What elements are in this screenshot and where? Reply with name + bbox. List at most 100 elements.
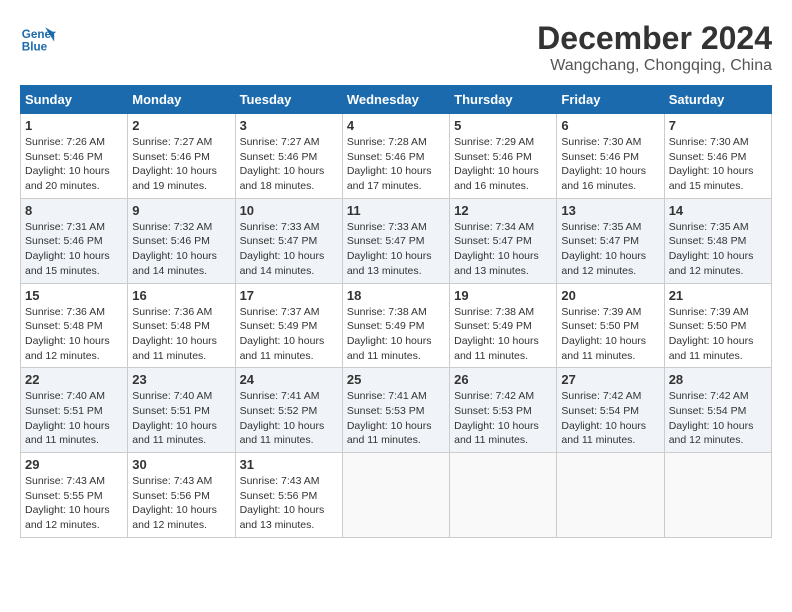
weekday-sunday: Sunday	[21, 86, 128, 114]
day-number: 27	[561, 372, 659, 387]
day-cell: 9 Sunrise: 7:32 AMSunset: 5:46 PMDaylight…	[128, 198, 235, 283]
day-info: Sunrise: 7:41 AMSunset: 5:53 PMDaylight:…	[347, 389, 445, 448]
day-cell: 11 Sunrise: 7:33 AMSunset: 5:47 PMDayligh…	[342, 198, 449, 283]
day-number: 11	[347, 203, 445, 218]
day-cell: 2 Sunrise: 7:27 AMSunset: 5:46 PMDaylight…	[128, 114, 235, 199]
day-cell: 24 Sunrise: 7:41 AMSunset: 5:52 PMDayligh…	[235, 368, 342, 453]
day-cell: 10 Sunrise: 7:33 AMSunset: 5:47 PMDayligh…	[235, 198, 342, 283]
day-cell: 7Sunrise: 7:30 AMSunset: 5:46 PMDaylight…	[664, 114, 771, 199]
day-info: Sunrise: 7:39 AMSunset: 5:50 PMDaylight:…	[669, 305, 767, 364]
day-number: 1	[25, 118, 123, 133]
day-cell	[342, 453, 449, 538]
logo-icon: General Blue	[20, 20, 56, 56]
day-info: Sunrise: 7:29 AMSunset: 5:46 PMDaylight:…	[454, 135, 552, 194]
day-number: 29	[25, 457, 123, 472]
day-info: Sunrise: 7:35 AMSunset: 5:48 PMDaylight:…	[669, 220, 767, 279]
day-number: 21	[669, 288, 767, 303]
month-title: December 2024	[537, 20, 772, 57]
day-info: Sunrise: 7:40 AMSunset: 5:51 PMDaylight:…	[132, 389, 230, 448]
location-title: Wangchang, Chongqing, China	[537, 57, 772, 75]
day-cell: 17 Sunrise: 7:37 AMSunset: 5:49 PMDayligh…	[235, 283, 342, 368]
weekday-tuesday: Tuesday	[235, 86, 342, 114]
day-info: Sunrise: 7:43 AMSunset: 5:56 PMDaylight:…	[240, 474, 338, 533]
day-cell: 27 Sunrise: 7:42 AMSunset: 5:54 PMDayligh…	[557, 368, 664, 453]
day-info: Sunrise: 7:34 AMSunset: 5:47 PMDaylight:…	[454, 220, 552, 279]
day-number: 26	[454, 372, 552, 387]
day-cell: 26Sunrise: 7:42 AMSunset: 5:53 PMDayligh…	[450, 368, 557, 453]
day-number: 17	[240, 288, 338, 303]
day-cell: 1 Sunrise: 7:26 AMSunset: 5:46 PMDaylight…	[21, 114, 128, 199]
day-info: Sunrise: 7:38 AMSunset: 5:49 PMDaylight:…	[347, 305, 445, 364]
day-cell: 28Sunrise: 7:42 AMSunset: 5:54 PMDayligh…	[664, 368, 771, 453]
day-info: Sunrise: 7:33 AMSunset: 5:47 PMDaylight:…	[347, 220, 445, 279]
day-info: Sunrise: 7:36 AMSunset: 5:48 PMDaylight:…	[25, 305, 123, 364]
day-number: 24	[240, 372, 338, 387]
day-info: Sunrise: 7:31 AMSunset: 5:46 PMDaylight:…	[25, 220, 123, 279]
day-info: Sunrise: 7:27 AMSunset: 5:46 PMDaylight:…	[240, 135, 338, 194]
day-number: 28	[669, 372, 767, 387]
day-number: 16	[132, 288, 230, 303]
day-cell: 25 Sunrise: 7:41 AMSunset: 5:53 PMDayligh…	[342, 368, 449, 453]
day-number: 23	[132, 372, 230, 387]
week-row-3: 15 Sunrise: 7:36 AMSunset: 5:48 PMDayligh…	[21, 283, 772, 368]
day-info: Sunrise: 7:41 AMSunset: 5:52 PMDaylight:…	[240, 389, 338, 448]
day-cell	[664, 453, 771, 538]
day-info: Sunrise: 7:38 AMSunset: 5:49 PMDaylight:…	[454, 305, 552, 364]
day-info: Sunrise: 7:26 AMSunset: 5:46 PMDaylight:…	[25, 135, 123, 194]
day-cell: 30 Sunrise: 7:43 AMSunset: 5:56 PMDayligh…	[128, 453, 235, 538]
day-cell: 23 Sunrise: 7:40 AMSunset: 5:51 PMDayligh…	[128, 368, 235, 453]
day-cell	[450, 453, 557, 538]
day-number: 22	[25, 372, 123, 387]
day-number: 19	[454, 288, 552, 303]
title-area: December 2024 Wangchang, Chongqing, Chin…	[537, 20, 772, 75]
day-cell	[557, 453, 664, 538]
day-number: 3	[240, 118, 338, 133]
day-cell: 19 Sunrise: 7:38 AMSunset: 5:49 PMDayligh…	[450, 283, 557, 368]
day-number: 10	[240, 203, 338, 218]
day-number: 6	[561, 118, 659, 133]
day-number: 7	[669, 118, 767, 133]
day-number: 4	[347, 118, 445, 133]
day-info: Sunrise: 7:30 AMSunset: 5:46 PMDaylight:…	[561, 135, 659, 194]
day-info: Sunrise: 7:39 AMSunset: 5:50 PMDaylight:…	[561, 305, 659, 364]
svg-text:Blue: Blue	[22, 41, 48, 54]
day-info: Sunrise: 7:37 AMSunset: 5:49 PMDaylight:…	[240, 305, 338, 364]
day-number: 13	[561, 203, 659, 218]
weekday-monday: Monday	[128, 86, 235, 114]
week-row-5: 29 Sunrise: 7:43 AMSunset: 5:55 PMDayligh…	[21, 453, 772, 538]
day-info: Sunrise: 7:36 AMSunset: 5:48 PMDaylight:…	[132, 305, 230, 364]
day-number: 25	[347, 372, 445, 387]
day-cell: 22Sunrise: 7:40 AMSunset: 5:51 PMDayligh…	[21, 368, 128, 453]
day-info: Sunrise: 7:32 AMSunset: 5:46 PMDaylight:…	[132, 220, 230, 279]
day-number: 15	[25, 288, 123, 303]
weekday-thursday: Thursday	[450, 86, 557, 114]
day-number: 2	[132, 118, 230, 133]
week-row-1: 1 Sunrise: 7:26 AMSunset: 5:46 PMDaylight…	[21, 114, 772, 199]
day-info: Sunrise: 7:43 AMSunset: 5:56 PMDaylight:…	[132, 474, 230, 533]
day-number: 31	[240, 457, 338, 472]
day-info: Sunrise: 7:43 AMSunset: 5:55 PMDaylight:…	[25, 474, 123, 533]
day-info: Sunrise: 7:33 AMSunset: 5:47 PMDaylight:…	[240, 220, 338, 279]
day-number: 20	[561, 288, 659, 303]
weekday-header-row: SundayMondayTuesdayWednesdayThursdayFrid…	[21, 86, 772, 114]
day-info: Sunrise: 7:35 AMSunset: 5:47 PMDaylight:…	[561, 220, 659, 279]
day-cell: 21 Sunrise: 7:39 AMSunset: 5:50 PMDayligh…	[664, 283, 771, 368]
day-info: Sunrise: 7:42 AMSunset: 5:54 PMDaylight:…	[561, 389, 659, 448]
day-cell: 20 Sunrise: 7:39 AMSunset: 5:50 PMDayligh…	[557, 283, 664, 368]
day-cell: 15 Sunrise: 7:36 AMSunset: 5:48 PMDayligh…	[21, 283, 128, 368]
day-cell: 5Sunrise: 7:29 AMSunset: 5:46 PMDaylight…	[450, 114, 557, 199]
header: General Blue December 2024 Wangchang, Ch…	[20, 20, 772, 75]
day-cell: 3 Sunrise: 7:27 AMSunset: 5:46 PMDaylight…	[235, 114, 342, 199]
day-number: 14	[669, 203, 767, 218]
day-cell: 14 Sunrise: 7:35 AMSunset: 5:48 PMDayligh…	[664, 198, 771, 283]
day-cell: 31 Sunrise: 7:43 AMSunset: 5:56 PMDayligh…	[235, 453, 342, 538]
day-info: Sunrise: 7:27 AMSunset: 5:46 PMDaylight:…	[132, 135, 230, 194]
week-row-4: 22 Sunrise: 7:40 AMSunset: 5:51 PMDayligh…	[21, 368, 772, 453]
weekday-wednesday: Wednesday	[342, 86, 449, 114]
day-cell: 18Sunrise: 7:38 AMSunset: 5:49 PMDayligh…	[342, 283, 449, 368]
day-number: 30	[132, 457, 230, 472]
day-cell: 6 Sunrise: 7:30 AMSunset: 5:46 PMDaylight…	[557, 114, 664, 199]
day-cell: 12Sunrise: 7:34 AMSunset: 5:47 PMDayligh…	[450, 198, 557, 283]
day-info: Sunrise: 7:28 AMSunset: 5:46 PMDaylight:…	[347, 135, 445, 194]
day-number: 9	[132, 203, 230, 218]
